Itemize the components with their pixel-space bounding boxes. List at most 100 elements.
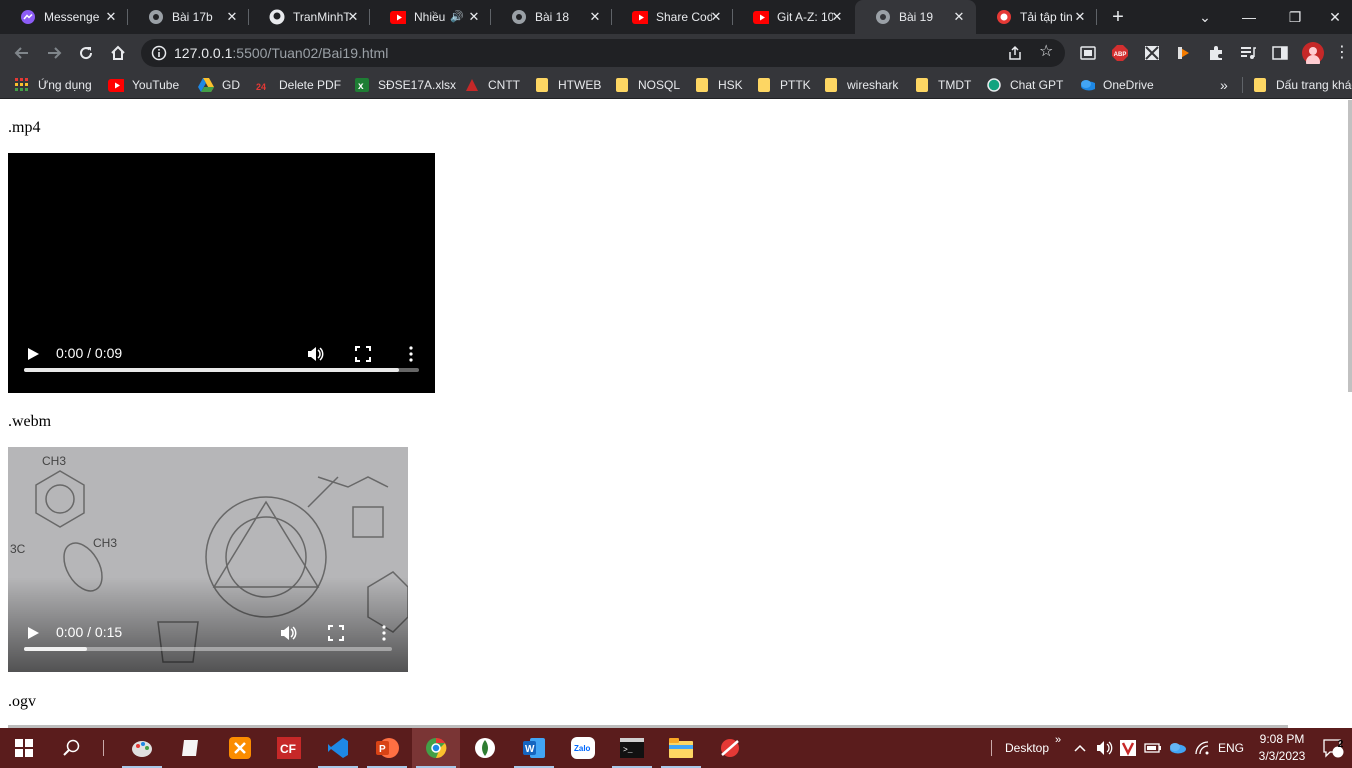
side-panel-icon[interactable] bbox=[1270, 43, 1290, 63]
close-tab-icon[interactable]: ✕ bbox=[952, 10, 966, 24]
more-options-icon[interactable] bbox=[375, 624, 393, 642]
taskbar-powerpoint[interactable]: P bbox=[363, 728, 411, 768]
bookmark-tmdt[interactable]: TMDT bbox=[914, 76, 971, 94]
video-progress-track[interactable] bbox=[24, 368, 419, 372]
bookmark-wireshark[interactable]: wireshark bbox=[823, 76, 898, 94]
toolbar-expand-icon[interactable]: » bbox=[1055, 720, 1061, 760]
speaker-icon[interactable] bbox=[1096, 728, 1114, 768]
vivaldi-tray-icon[interactable] bbox=[1120, 728, 1136, 768]
tab-git-az[interactable]: Git A-Z: 10 ✕ bbox=[733, 0, 854, 34]
tab-github[interactable]: TranMinhT ✕ bbox=[249, 0, 370, 34]
more-options-icon[interactable] bbox=[402, 345, 420, 363]
tab-youtube-playing[interactable]: Nhiều 🔊 ✕ bbox=[370, 0, 491, 34]
close-window-button[interactable]: ✕ bbox=[1318, 0, 1352, 34]
close-tab-icon[interactable]: ✕ bbox=[467, 10, 481, 24]
bookmark-hsk[interactable]: HSK bbox=[694, 76, 743, 94]
bookmark-youtube[interactable]: YouTube bbox=[108, 76, 179, 94]
play-icon[interactable] bbox=[26, 626, 40, 640]
audio-playing-icon[interactable]: 🔊 bbox=[450, 10, 464, 23]
media-control-icon[interactable] bbox=[1238, 43, 1258, 63]
volume-icon[interactable] bbox=[279, 624, 297, 642]
bookmarks-divider bbox=[1242, 77, 1243, 93]
taskbar-cf[interactable]: CF bbox=[265, 728, 313, 768]
tab-messenger[interactable]: Messenger ✕ bbox=[0, 0, 128, 34]
extension-grid-icon[interactable] bbox=[1142, 43, 1162, 63]
fullscreen-icon[interactable] bbox=[354, 345, 372, 363]
tab-bai18[interactable]: Bài 18 ✕ bbox=[491, 0, 612, 34]
taskbar-vscode[interactable] bbox=[314, 728, 362, 768]
battery-plug-icon[interactable] bbox=[1144, 728, 1162, 768]
bookmark-htweb[interactable]: HTWEB bbox=[534, 76, 601, 94]
search-button[interactable] bbox=[48, 728, 96, 768]
taskbar-snipping-tool[interactable] bbox=[706, 728, 754, 768]
close-tab-icon[interactable]: ✕ bbox=[1073, 10, 1087, 24]
tab-title: Bài 18 bbox=[535, 10, 570, 24]
bookmark-xlsx[interactable]: x SĐSE17A.xlsx bbox=[354, 76, 456, 94]
minimize-button[interactable]: — bbox=[1226, 0, 1272, 34]
share-icon[interactable] bbox=[1007, 45, 1023, 66]
fullscreen-icon[interactable] bbox=[327, 624, 345, 642]
site-info-icon[interactable] bbox=[151, 45, 167, 61]
bookmark-gd[interactable]: GD bbox=[198, 76, 240, 94]
extension-orange-icon[interactable] bbox=[1174, 43, 1194, 63]
tab-search-icon[interactable] bbox=[1078, 43, 1098, 63]
restore-button[interactable]: ❐ bbox=[1272, 0, 1318, 34]
tab-search-chevron-icon[interactable]: ⌄ bbox=[1182, 0, 1228, 34]
url-text[interactable]: 127.0.0.1:5500/Tuan02/Bai19.html bbox=[174, 45, 388, 61]
onedrive-tray-icon[interactable] bbox=[1168, 728, 1186, 768]
profile-avatar[interactable] bbox=[1301, 41, 1325, 65]
system-clock[interactable]: 9:08 PM 3/3/2023 bbox=[1250, 731, 1314, 765]
close-tab-icon[interactable]: ✕ bbox=[225, 10, 239, 24]
close-tab-icon[interactable]: ✕ bbox=[346, 10, 360, 24]
desktop-toolbar[interactable]: Desktop bbox=[1005, 728, 1049, 768]
taskbar-paint[interactable] bbox=[118, 728, 166, 768]
extensions-puzzle-icon[interactable] bbox=[1206, 43, 1226, 63]
taskbar-xampp[interactable] bbox=[216, 728, 264, 768]
video-player-webm[interactable]: CH3 CH3 3C 0:00 / 0:15 bbox=[8, 447, 408, 672]
home-button[interactable] bbox=[106, 41, 130, 65]
show-hidden-icons-chevron-icon[interactable] bbox=[1073, 728, 1087, 768]
close-tab-icon[interactable]: ✕ bbox=[709, 10, 723, 24]
bookmark-apps[interactable]: Ứng dụng bbox=[14, 76, 92, 94]
bookmark-chat-gpt[interactable]: Chat GPT bbox=[986, 76, 1063, 94]
wifi-icon[interactable] bbox=[1194, 728, 1210, 768]
bookmark-cntt[interactable]: CNTT bbox=[464, 76, 520, 94]
taskbar-notes[interactable] bbox=[167, 728, 215, 768]
volume-icon[interactable] bbox=[306, 345, 324, 363]
play-icon[interactable] bbox=[26, 347, 40, 361]
bookmark-other-folder[interactable]: Dấu trang khác bbox=[1252, 76, 1352, 94]
reload-button[interactable] bbox=[74, 41, 98, 65]
menu-kebab-icon[interactable]: ⋮ bbox=[1332, 43, 1352, 63]
tab-bai19-active[interactable]: Bài 19 ✕ bbox=[855, 0, 976, 34]
taskbar-chrome[interactable] bbox=[412, 728, 460, 768]
taskbar-file-explorer[interactable] bbox=[657, 728, 705, 768]
close-tab-icon[interactable]: ✕ bbox=[830, 10, 844, 24]
bookmark-delete-pdf[interactable]: 24 Delete PDF bbox=[255, 76, 341, 94]
address-bar[interactable]: 127.0.0.1:5500/Tuan02/Bai19.html ☆ bbox=[141, 39, 1065, 67]
taskbar-word[interactable]: W bbox=[510, 728, 558, 768]
page-scrollbar-thumb[interactable] bbox=[1348, 100, 1352, 392]
bookmark-onedrive[interactable]: OneDrive bbox=[1079, 76, 1154, 94]
taskbar-mongodb[interactable] bbox=[461, 728, 509, 768]
start-button[interactable] bbox=[0, 728, 48, 768]
tab-tai-tap-tin[interactable]: Tải tập tin ✕ bbox=[976, 0, 1097, 34]
input-language[interactable]: ENG bbox=[1218, 728, 1244, 768]
tab-bai17b[interactable]: Bài 17b ✕ bbox=[128, 0, 249, 34]
close-tab-icon[interactable]: ✕ bbox=[104, 10, 118, 24]
adblock-plus-icon[interactable]: ABP bbox=[1110, 43, 1130, 63]
back-button[interactable] bbox=[10, 41, 34, 65]
forward-button[interactable] bbox=[42, 41, 66, 65]
bookmark-nosql[interactable]: NOSQL bbox=[614, 76, 680, 94]
clock-date: 3/3/2023 bbox=[1258, 749, 1306, 763]
close-tab-icon[interactable]: ✕ bbox=[588, 10, 602, 24]
bookmark-pttk[interactable]: PTTK bbox=[756, 76, 811, 94]
bookmark-star-icon[interactable]: ☆ bbox=[1039, 44, 1053, 60]
bookmarks-overflow-button[interactable]: » bbox=[1220, 76, 1228, 94]
tab-share-code[interactable]: Share Code ✕ bbox=[612, 0, 733, 34]
notification-center-button[interactable]: 2 bbox=[1322, 728, 1344, 768]
taskbar-terminal[interactable]: >_ bbox=[608, 728, 656, 768]
video-player-mp4[interactable]: 0:00 / 0:09 bbox=[8, 153, 435, 393]
new-tab-button[interactable]: + bbox=[1108, 7, 1128, 27]
taskbar-zalo[interactable]: Zalo bbox=[559, 728, 607, 768]
video-progress-track[interactable] bbox=[24, 647, 392, 651]
